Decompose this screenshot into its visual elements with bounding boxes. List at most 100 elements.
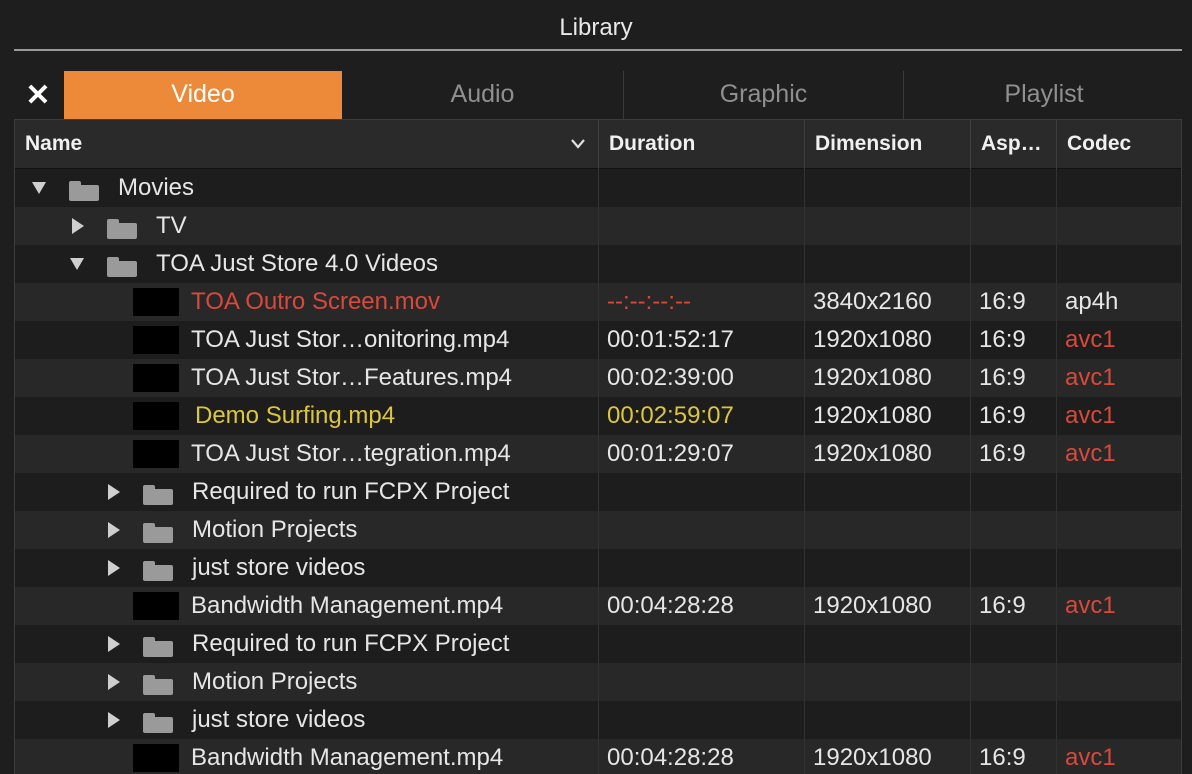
disclosure-collapsed-icon[interactable] [103,511,123,549]
table-body: Movies TV TOA Just Store 4.0 Videos TOA Out… [15,169,1181,774]
folder-icon [69,181,99,201]
codec-cell: avc1 [1056,587,1181,625]
dimension-cell: 1920x1080 [804,739,970,774]
column-header-name-label: Name [25,132,83,155]
title-divider [14,49,1182,51]
codec-cell [1056,245,1181,283]
column-header-codec[interactable]: Codec [1056,120,1181,170]
library-title: Library [559,14,633,41]
folder-name: Motion Projects [192,516,358,543]
duration-cell: 00:04:28:28 [598,587,804,625]
codec-cell: avc1 [1056,359,1181,397]
file-row[interactable]: Demo Surfing.mp4 00:02:59:07 1920x1080 16:9… [15,397,1181,435]
file-row[interactable]: Bandwidth Management.mp4 00:04:28:28 1920x… [15,739,1181,774]
dimension-cell: 1920x1080 [804,587,970,625]
video-thumbnail [133,326,179,354]
video-thumbnail [133,364,179,392]
folder-row[interactable]: TV [15,207,1181,245]
codec-cell [1056,473,1181,511]
disclosure-collapsed-icon[interactable] [103,473,123,511]
folder-icon [143,561,173,581]
folder-row[interactable]: Movies [15,169,1181,207]
folder-name: just store videos [192,554,366,581]
file-name: TOA Just Stor…onitoring.mp4 [191,326,510,353]
tab-graphic[interactable]: Graphic [624,71,904,119]
codec-cell [1056,169,1181,207]
dimension-cell [804,701,970,739]
dimension-cell: 1920x1080 [804,321,970,359]
aspect-cell [970,207,1056,245]
disclosure-expanded-icon[interactable] [67,245,87,283]
duration-cell: 00:01:52:17 [598,321,804,359]
folder-row[interactable]: just store videos [15,549,1181,587]
dimension-cell [804,625,970,663]
duration-cell [598,207,804,245]
codec-cell [1056,549,1181,587]
file-row[interactable]: TOA Just Stor…onitoring.mp4 00:01:52:17 19… [15,321,1181,359]
video-thumbnail [133,744,179,772]
name-cell: Movies [15,169,598,207]
dimension-cell [804,549,970,587]
folder-name: TOA Just Store 4.0 Videos [156,250,438,277]
folder-name: TV [156,212,187,239]
close-icon[interactable]: ✕ [24,80,52,112]
folder-row[interactable]: Motion Projects [15,663,1181,701]
duration-cell [598,511,804,549]
aspect-cell: 16:9 [970,587,1056,625]
video-thumbnail [133,288,179,316]
aspect-cell [970,511,1056,549]
aspect-cell [970,701,1056,739]
column-header-aspect[interactable]: Asp… [970,120,1056,170]
codec-cell [1056,663,1181,701]
column-header-name[interactable]: Name [15,120,598,170]
name-cell: Motion Projects [15,511,598,549]
tab-video[interactable]: Video [64,71,342,119]
file-row[interactable]: Bandwidth Management.mp4 00:04:28:28 1920x… [15,587,1181,625]
aspect-cell [970,245,1056,283]
file-row[interactable]: TOA Outro Screen.mov --:--:--:-- 3840x2160… [15,283,1181,321]
duration-cell [598,663,804,701]
file-name: TOA Just Stor…tegration.mp4 [191,440,511,467]
duration-cell [598,549,804,587]
dimension-cell: 3840x2160 [804,283,970,321]
tab-playlist[interactable]: Playlist [904,71,1184,119]
name-cell: just store videos [15,701,598,739]
folder-row[interactable]: Motion Projects [15,511,1181,549]
disclosure-collapsed-icon[interactable] [103,625,123,663]
name-cell: Required to run FCPX Project [15,473,598,511]
disclosure-collapsed-icon[interactable] [67,207,87,245]
file-name: Bandwidth Management.mp4 [191,592,504,619]
tab-audio[interactable]: Audio [342,71,624,119]
disclosure-collapsed-icon[interactable] [103,663,123,701]
aspect-cell [970,625,1056,663]
folder-icon [143,523,173,543]
duration-cell [598,625,804,663]
folder-row[interactable]: Required to run FCPX Project [15,625,1181,663]
name-cell: TOA Just Store 4.0 Videos [15,245,598,283]
disclosure-collapsed-icon[interactable] [103,701,123,739]
file-row[interactable]: TOA Just Stor…Features.mp4 00:02:39:00 192… [15,359,1181,397]
folder-row[interactable]: just store videos [15,701,1181,739]
dimension-cell: 1920x1080 [804,397,970,435]
name-cell: Bandwidth Management.mp4 [15,739,598,774]
codec-cell [1056,207,1181,245]
folder-name: Required to run FCPX Project [192,630,510,657]
disclosure-collapsed-icon[interactable] [103,549,123,587]
aspect-cell: 16:9 [970,435,1056,473]
folder-name: Motion Projects [192,668,358,695]
dimension-cell [804,169,970,207]
name-cell: TOA Just Stor…onitoring.mp4 [15,321,598,359]
name-cell: Motion Projects [15,663,598,701]
codec-cell: avc1 [1056,321,1181,359]
dimension-cell [804,245,970,283]
folder-row[interactable]: Required to run FCPX Project [15,473,1181,511]
column-header-duration[interactable]: Duration [598,120,804,170]
aspect-cell [970,169,1056,207]
disclosure-expanded-icon[interactable] [29,169,49,207]
dimension-cell [804,207,970,245]
folder-row[interactable]: TOA Just Store 4.0 Videos [15,245,1181,283]
aspect-cell: 16:9 [970,321,1056,359]
file-row[interactable]: TOA Just Stor…tegration.mp4 00:01:29:07 19… [15,435,1181,473]
column-header-dimension[interactable]: Dimension [804,120,970,170]
codec-cell [1056,625,1181,663]
